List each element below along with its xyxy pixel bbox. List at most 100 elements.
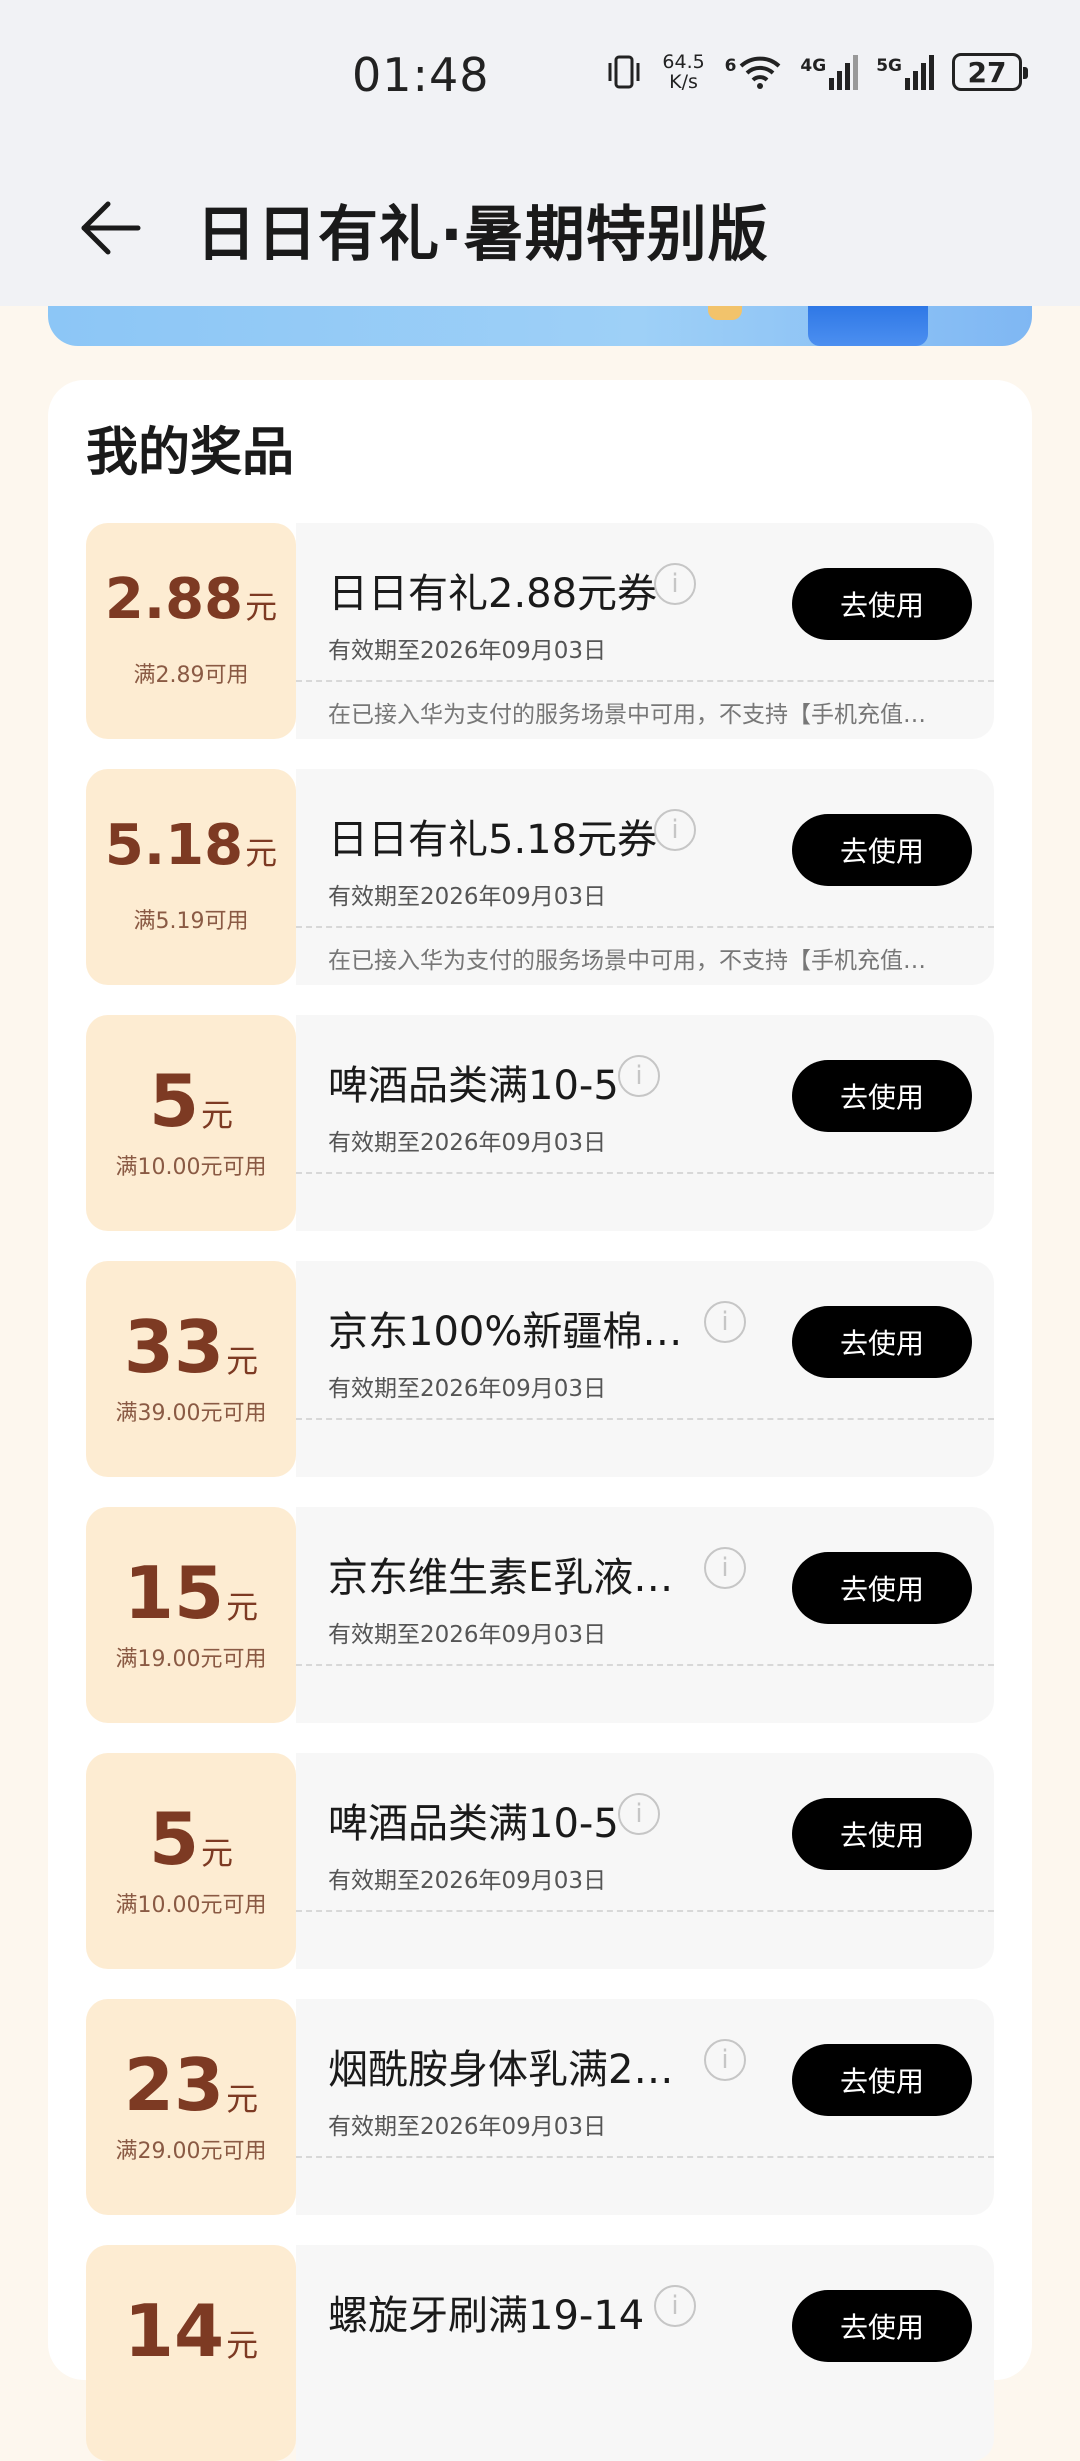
coupon-amount-panel: 5 元 满10.00元可用 — [86, 1753, 296, 1969]
coupon-amount-value: 5 — [148, 1797, 200, 1881]
coupon-name: 啤酒品类满10-5 — [328, 1801, 619, 1847]
coupon-condition: 满39.00元可用 — [115, 1401, 267, 1426]
info-icon[interactable]: i — [654, 2285, 696, 2327]
coupon-name: 京东100%新疆棉… — [328, 1309, 683, 1355]
coupon-expiry: 有效期至2026年09月03日 — [328, 1622, 607, 1648]
signal-4g-group: 4G — [800, 54, 859, 90]
coupon-amount-panel: 33 元 满39.00元可用 — [86, 1261, 296, 1477]
coupon-divider — [296, 680, 994, 682]
coupon-amount-value: 33 — [123, 1305, 225, 1389]
coupon-condition: 满5.19可用 — [133, 909, 249, 934]
coupon-amount-unit: 元 — [245, 588, 278, 626]
info-icon[interactable]: i — [654, 563, 696, 605]
coupon-amount: 14 元 — [86, 2289, 296, 2373]
coupon-item: 5.18 元 满5.19可用 日日有礼5.18元券 i 有效期至2026年09月… — [86, 769, 994, 985]
info-icon[interactable]: i — [618, 1793, 660, 1835]
coupon-expiry: 有效期至2026年09月03日 — [328, 2114, 607, 2140]
coupon-name: 螺旋牙刷满19-14 — [328, 2293, 645, 2339]
coupon-detail: 啤酒品类满10-5 i 有效期至2026年09月03日 去使用 — [296, 1753, 994, 1969]
coupon-amount-panel: 2.88 元 满2.89可用 — [86, 523, 296, 739]
coupon-amount-unit: 元 — [201, 1096, 234, 1134]
signal-5g-tag: 5G — [876, 56, 902, 76]
use-button[interactable]: 去使用 — [792, 568, 972, 640]
coupon-amount-unit: 元 — [226, 1588, 259, 1626]
section-title: 我的奖品 — [86, 423, 295, 483]
info-icon[interactable]: i — [704, 1301, 746, 1343]
info-icon[interactable]: i — [704, 1547, 746, 1589]
coupon-amount-value: 5 — [148, 1059, 200, 1143]
coupon-detail: 烟酰胺身体乳满2… i 有效期至2026年09月03日 去使用 — [296, 1999, 994, 2215]
coupon-expiry: 有效期至2026年09月03日 — [328, 884, 607, 910]
coupon-divider — [296, 926, 994, 928]
coupon-detail: 螺旋牙刷满19-14 i 去使用 — [296, 2245, 994, 2461]
coupon-amount-panel: 14 元 — [86, 2245, 296, 2461]
coupon-description: 在已接入华为支付的服务场景中可用，不支持【手机充值… — [328, 702, 926, 728]
coupon-amount-value: 23 — [123, 2043, 225, 2127]
banner-decoration-coin — [708, 306, 742, 320]
coupon-name: 啤酒品类满10-5 — [328, 1063, 619, 1109]
back-button[interactable] — [70, 188, 150, 268]
coupon-detail: 京东维生素E乳液… i 有效期至2026年09月03日 去使用 — [296, 1507, 994, 1723]
coupon-expiry: 有效期至2026年09月03日 — [328, 1376, 607, 1402]
signal-4g-icon — [829, 55, 859, 90]
coupon-detail: 啤酒品类满10-5 i 有效期至2026年09月03日 去使用 — [296, 1015, 994, 1231]
net-speed-unit: K/s — [669, 71, 698, 93]
info-icon[interactable]: i — [654, 809, 696, 851]
use-button[interactable]: 去使用 — [792, 2290, 972, 2362]
coupon-detail: 日日有礼2.88元券 i 有效期至2026年09月03日 去使用 在已接入华为支… — [296, 523, 994, 739]
coupon-expiry: 有效期至2026年09月03日 — [328, 1868, 607, 1894]
coupon-description: 在已接入华为支付的服务场景中可用，不支持【手机充值… — [328, 948, 926, 974]
coupon-name: 日日有礼2.88元券 — [328, 571, 658, 617]
coupon-amount-value: 14 — [123, 2289, 225, 2373]
coupon-detail: 日日有礼5.18元券 i 有效期至2026年09月03日 去使用 在已接入华为支… — [296, 769, 994, 985]
page-title: 日日有礼·暑期特别版 — [196, 200, 769, 270]
use-button[interactable]: 去使用 — [792, 2044, 972, 2116]
use-button[interactable]: 去使用 — [792, 1060, 972, 1132]
coupon-expiry: 有效期至2026年09月03日 — [328, 1130, 607, 1156]
coupon-amount: 33 元 — [86, 1305, 296, 1389]
coupon-item: 33 元 满39.00元可用 京东100%新疆棉… i 有效期至2026年09月… — [86, 1261, 994, 1477]
coupon-divider — [296, 1172, 994, 1174]
use-button[interactable]: 去使用 — [792, 1798, 972, 1870]
coupon-amount-unit: 元 — [226, 2080, 259, 2118]
status-time: 01:48 — [352, 48, 490, 102]
signal-5g-group: 5G — [876, 54, 934, 90]
signal-5g-icon — [905, 55, 934, 90]
coupon-condition: 满2.89可用 — [133, 663, 249, 688]
coupon-condition: 满29.00元可用 — [115, 2139, 267, 2164]
net-speed: 64.5 K/s — [661, 52, 707, 92]
wifi-icon — [740, 56, 781, 89]
coupon-amount: 5 元 — [86, 1797, 296, 1881]
coupon-name: 京东维生素E乳液… — [328, 1555, 674, 1601]
use-button[interactable]: 去使用 — [792, 1552, 972, 1624]
coupon-amount: 15 元 — [86, 1551, 296, 1635]
prize-card: 我的奖品 2.88 元 满2.89可用 日日有礼2.88元券 i 有效期至202… — [48, 380, 1032, 2461]
wifi-group: 6 — [725, 54, 783, 90]
status-icons: 64.5 K/s 6 4G 5G 27 — [605, 52, 1028, 92]
use-button[interactable]: 去使用 — [792, 1306, 972, 1378]
coupon-detail: 京东100%新疆棉… i 有效期至2026年09月03日 去使用 — [296, 1261, 994, 1477]
coupon-amount: 5 元 — [86, 1059, 296, 1143]
coupon-amount-unit: 元 — [226, 2326, 259, 2364]
info-icon[interactable]: i — [704, 2039, 746, 2081]
coupon-name: 日日有礼5.18元券 — [328, 817, 658, 863]
coupon-condition: 满10.00元可用 — [115, 1155, 267, 1180]
coupon-amount-unit: 元 — [245, 834, 278, 872]
coupon-divider — [296, 1664, 994, 1666]
coupon-amount-value: 15 — [123, 1551, 225, 1635]
vibrate-icon — [608, 55, 640, 89]
coupon-item: 2.88 元 满2.89可用 日日有礼2.88元券 i 有效期至2026年09月… — [86, 523, 994, 739]
coupon-amount-panel: 5 元 满10.00元可用 — [86, 1015, 296, 1231]
coupon-divider — [296, 2156, 994, 2158]
coupon-amount-panel: 23 元 满29.00元可用 — [86, 1999, 296, 2215]
coupon-amount-value: 5.18 — [104, 813, 244, 878]
wifi-tag: 6 — [724, 56, 737, 76]
info-icon[interactable]: i — [618, 1055, 660, 1097]
coupon-amount-unit: 元 — [201, 1834, 234, 1872]
promo-banner[interactable] — [48, 306, 1032, 346]
header: 日日有礼·暑期特别版 — [0, 160, 1080, 306]
banner-decoration-box — [808, 306, 928, 346]
use-button[interactable]: 去使用 — [792, 814, 972, 886]
signal-4g-tag: 4G — [800, 56, 827, 76]
coupon-item: 23 元 满29.00元可用 烟酰胺身体乳满2… i 有效期至2026年09月0… — [86, 1999, 994, 2215]
